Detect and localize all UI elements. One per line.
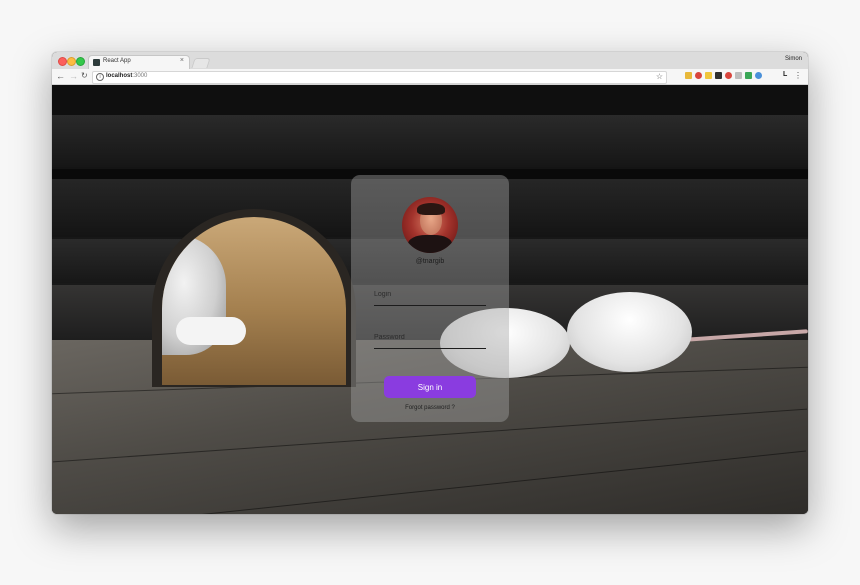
profile-name[interactable]: Simon bbox=[785, 56, 802, 62]
extension-icon[interactable] bbox=[755, 72, 762, 79]
wall-plank bbox=[52, 85, 808, 115]
browser-window: React App × Simon ← → ↻ i localhost:3000… bbox=[52, 52, 808, 514]
back-icon[interactable]: ← bbox=[56, 70, 65, 82]
tab-close-icon[interactable]: × bbox=[180, 57, 184, 64]
zoom-window-button[interactable] bbox=[76, 57, 85, 66]
wall-plank bbox=[52, 115, 808, 167]
avatar-hair bbox=[417, 203, 445, 215]
menu-icon[interactable]: ⋮ bbox=[794, 70, 802, 82]
tab-strip: React App × Simon bbox=[52, 52, 808, 70]
extension-icon[interactable] bbox=[695, 72, 702, 79]
extension-icon[interactable] bbox=[745, 72, 752, 79]
avatar bbox=[402, 197, 458, 253]
extension-icon[interactable] bbox=[715, 72, 722, 79]
tab-react-app[interactable]: React App × bbox=[88, 55, 190, 70]
close-window-button[interactable] bbox=[58, 57, 67, 66]
login-input[interactable] bbox=[374, 285, 486, 306]
browser-toolbar: ← → ↻ i localhost:3000 ☆ L ⋮ bbox=[52, 69, 808, 85]
tab-title: React App bbox=[103, 58, 131, 64]
minimize-window-button[interactable] bbox=[67, 57, 76, 66]
info-icon[interactable]: i bbox=[96, 73, 104, 81]
password-input[interactable] bbox=[374, 328, 486, 349]
username-label: @tnargib bbox=[415, 258, 445, 265]
extension-icon[interactable] bbox=[735, 72, 742, 79]
url-text[interactable]: localhost:3000 bbox=[106, 73, 147, 79]
star-icon[interactable]: ☆ bbox=[656, 72, 663, 82]
extension-icon[interactable] bbox=[685, 72, 692, 79]
favicon-icon bbox=[93, 59, 100, 66]
extension-icon[interactable] bbox=[705, 72, 712, 79]
address-bar[interactable]: i localhost:3000 ☆ bbox=[92, 71, 667, 84]
extension-icon[interactable] bbox=[725, 72, 732, 79]
page-content: @tnargib Sign in Forgot password ? bbox=[52, 85, 808, 514]
sign-in-button[interactable]: Sign in bbox=[384, 376, 476, 398]
forward-icon[interactable]: → bbox=[69, 70, 78, 82]
extension-letter-icon[interactable]: L bbox=[783, 71, 790, 78]
avatar-suit bbox=[408, 235, 452, 253]
reload-icon[interactable]: ↻ bbox=[81, 70, 88, 82]
login-card: @tnargib Sign in Forgot password ? bbox=[351, 175, 509, 422]
floor-seam bbox=[54, 450, 806, 514]
forgot-password-link[interactable]: Forgot password ? bbox=[351, 405, 509, 411]
cat-paw-image bbox=[176, 317, 246, 345]
mouse-image bbox=[567, 292, 692, 372]
new-tab-button[interactable] bbox=[191, 58, 211, 68]
